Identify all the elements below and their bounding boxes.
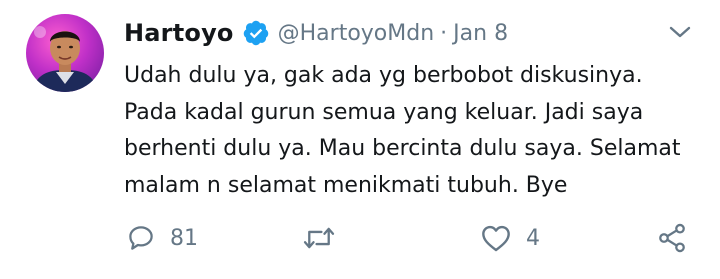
tweet-header: Hartoyo @HartoyoMdn · Jan 8 bbox=[124, 16, 508, 50]
author-handle[interactable]: @HartoyoMdn bbox=[278, 21, 435, 46]
heart-icon bbox=[482, 225, 510, 252]
reply-button[interactable]: 81 bbox=[126, 218, 198, 258]
reply-count: 81 bbox=[170, 225, 198, 251]
retweet-icon bbox=[303, 227, 335, 249]
reply-icon bbox=[129, 226, 153, 250]
tweet-actions: 81 4 bbox=[0, 218, 720, 258]
separator-dot: · bbox=[440, 20, 448, 46]
avatar[interactable] bbox=[26, 14, 104, 92]
avatar-photo bbox=[32, 26, 98, 92]
verified-badge-icon bbox=[243, 20, 268, 46]
tweet-text: Udah dulu ya, gak ada yg berbobot diskus… bbox=[124, 63, 681, 198]
like-count: 4 bbox=[526, 225, 540, 251]
like-button[interactable]: 4 bbox=[480, 218, 540, 258]
share-icon bbox=[659, 223, 685, 253]
retweet-button[interactable] bbox=[302, 218, 350, 258]
share-button[interactable] bbox=[656, 218, 688, 258]
tweet-date[interactable]: Jan 8 bbox=[453, 21, 508, 46]
author-name[interactable]: Hartoyo bbox=[124, 19, 234, 47]
tweet-card[interactable]: Hartoyo @HartoyoMdn · Jan 8 Udah dulu ya… bbox=[0, 0, 720, 279]
chevron-down-icon[interactable] bbox=[668, 24, 692, 40]
